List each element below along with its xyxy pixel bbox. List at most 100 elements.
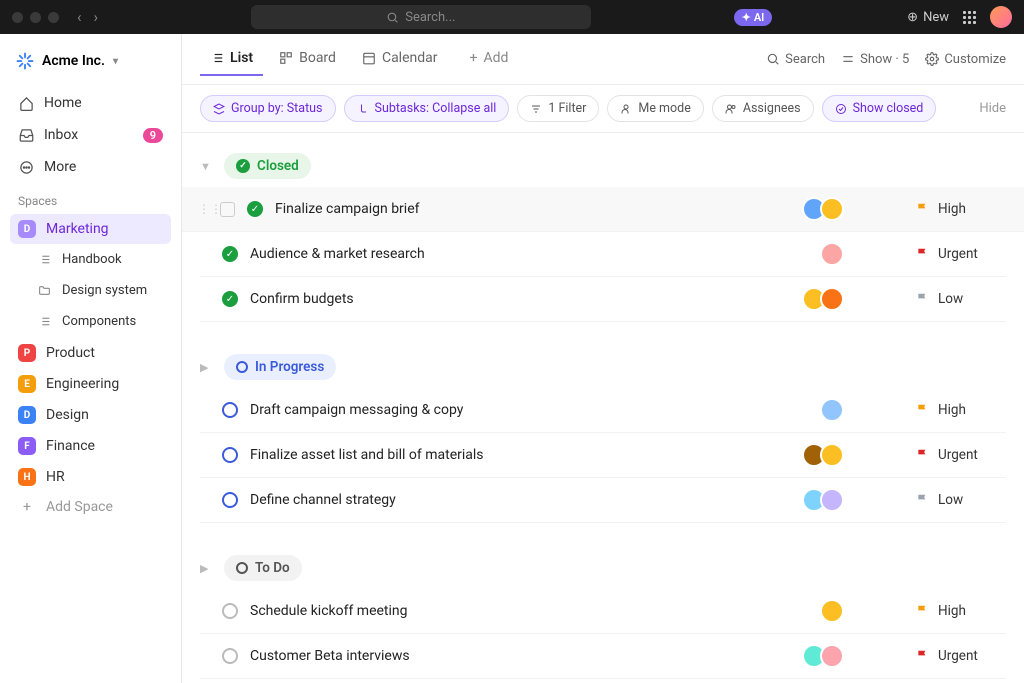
space-badge: D	[18, 406, 36, 424]
priority-cell[interactable]: Urgent	[916, 648, 1006, 664]
collapse-caret-icon[interactable]: ▶	[200, 361, 214, 374]
subspace-handbook[interactable]: Handbook	[10, 245, 171, 274]
space-item-design[interactable]: DDesign	[10, 400, 171, 430]
space-item-hr[interactable]: HHR	[10, 462, 171, 492]
collapse-caret-icon[interactable]: ▶	[200, 562, 214, 575]
space-label: Finance	[46, 438, 95, 454]
view-tab-calendar[interactable]: Calendar	[352, 42, 448, 76]
apps-menu-icon[interactable]	[963, 11, 976, 24]
task-row[interactable]: Draft campaign messaging & copyHigh	[200, 388, 1006, 433]
hide-filters-button[interactable]: Hide	[979, 101, 1006, 116]
window-controls[interactable]	[12, 12, 59, 23]
group-header-closed[interactable]: ▼✓Closed	[200, 143, 1006, 187]
assignee-avatar[interactable]	[820, 287, 844, 311]
collapse-caret-icon[interactable]: ▼	[200, 160, 214, 173]
chip-subtasks[interactable]: Subtasks: Collapse all	[344, 95, 510, 122]
subtask-icon	[357, 103, 369, 115]
new-button[interactable]: ⊕ New	[907, 10, 949, 25]
global-search[interactable]: Search...	[251, 5, 591, 29]
task-row[interactable]: Schedule kickoff meeting High	[200, 589, 1006, 634]
assignee-stack[interactable]	[802, 287, 844, 311]
space-item-marketing[interactable]: DMarketing	[10, 214, 171, 244]
search-icon	[766, 52, 780, 66]
assignee-stack[interactable]	[802, 443, 844, 467]
assignee-avatar[interactable]	[820, 644, 844, 668]
status-done-icon[interactable]: ✓	[247, 201, 263, 217]
assignee-stack[interactable]	[802, 197, 844, 221]
status-label: Closed	[257, 158, 299, 174]
priority-cell[interactable]: Low	[916, 492, 1006, 508]
assignee-stack[interactable]	[820, 398, 844, 422]
space-item-finance[interactable]: FFinance	[10, 431, 171, 461]
status-progress-icon[interactable]	[222, 492, 238, 508]
nav-inbox[interactable]: Inbox 9	[10, 120, 171, 150]
add-view-button[interactable]: + Add	[460, 42, 519, 76]
nav-more[interactable]: More	[10, 152, 171, 182]
nav-home[interactable]: Home	[10, 88, 171, 118]
group-header-todo[interactable]: ▶ To Do	[200, 545, 1006, 589]
priority-cell[interactable]: High	[916, 402, 1006, 418]
space-label: HR	[46, 469, 65, 485]
assignee-avatar[interactable]	[820, 398, 844, 422]
task-row[interactable]: ⋮⋮✓Finalize campaign briefHigh	[182, 187, 1024, 232]
ai-button[interactable]: ✦ AI	[734, 9, 773, 26]
priority-cell[interactable]: Low	[916, 291, 1006, 307]
chip-assignees[interactable]: Assignees	[712, 95, 814, 122]
task-row[interactable]: Finalize asset list and bill of material…	[200, 433, 1006, 478]
assignee-avatar[interactable]	[820, 488, 844, 512]
status-todo-icon[interactable]	[222, 603, 238, 619]
task-row[interactable]: ✓Audience & market researchUrgent	[200, 232, 1006, 277]
status-pill: To Do	[224, 555, 302, 581]
toolbar-customize[interactable]: Customize	[925, 52, 1006, 67]
view-tab-list[interactable]: List	[200, 42, 263, 76]
status-done-icon[interactable]: ✓	[222, 246, 238, 262]
toolbar-show[interactable]: Show · 5	[841, 52, 909, 67]
view-tab-board[interactable]: Board	[269, 42, 346, 76]
assignee-avatar[interactable]	[820, 599, 844, 623]
toolbar-search[interactable]: Search	[766, 52, 825, 67]
assignee-avatar[interactable]	[820, 197, 844, 221]
assignee-stack[interactable]	[802, 488, 844, 512]
priority-cell[interactable]: High	[916, 201, 1006, 217]
back-button[interactable]: ‹	[77, 8, 82, 26]
chip-me-mode[interactable]: Me mode	[607, 95, 703, 122]
chip-filter[interactable]: 1 Filter	[517, 95, 599, 122]
priority-cell[interactable]: Urgent	[916, 246, 1006, 262]
nav-label: Home	[44, 95, 82, 111]
assignee-avatar[interactable]	[820, 242, 844, 266]
task-title: Finalize asset list and bill of material…	[250, 447, 790, 463]
chip-group-by[interactable]: Group by: Status	[200, 95, 336, 122]
assignee-avatar[interactable]	[820, 443, 844, 467]
priority-label: Low	[938, 492, 963, 508]
status-todo-icon[interactable]	[222, 648, 238, 664]
group-header-progress[interactable]: ▶In Progress	[200, 344, 1006, 388]
subspace-design-system[interactable]: Design system	[10, 276, 171, 305]
status-progress-icon[interactable]	[222, 447, 238, 463]
assignee-stack[interactable]	[802, 644, 844, 668]
user-avatar[interactable]	[990, 6, 1012, 28]
add-space-button[interactable]: + Add Space	[10, 493, 171, 521]
space-item-product[interactable]: PProduct	[10, 338, 171, 368]
task-row[interactable]: Define channel strategyLow	[200, 478, 1006, 523]
subspace-components[interactable]: Components	[10, 307, 171, 336]
task-checkbox[interactable]	[220, 202, 235, 217]
priority-cell[interactable]: High	[916, 603, 1006, 619]
workspace-switcher[interactable]: Acme Inc. ▾	[10, 48, 171, 74]
task-row[interactable]: Customer Beta interviewsUrgent	[200, 634, 1006, 679]
chip-show-closed[interactable]: Show closed	[822, 95, 937, 122]
space-badge: D	[18, 220, 36, 238]
status-progress-icon[interactable]	[222, 402, 238, 418]
priority-cell[interactable]: Urgent	[916, 447, 1006, 463]
task-row[interactable]: ✓Confirm budgetsLow	[200, 277, 1006, 322]
priority-label: High	[938, 201, 966, 217]
priority-label: Urgent	[938, 246, 978, 262]
task-title: Schedule kickoff meeting	[250, 603, 808, 619]
space-item-engineering[interactable]: EEngineering	[10, 369, 171, 399]
assignee-stack[interactable]	[820, 242, 844, 266]
tab-label: Board	[299, 50, 336, 66]
status-done-icon[interactable]: ✓	[222, 291, 238, 307]
forward-button[interactable]: ›	[94, 8, 99, 26]
inbox-icon	[18, 128, 34, 143]
assignee-stack[interactable]	[820, 599, 844, 623]
drag-handle-icon[interactable]: ⋮⋮	[198, 202, 208, 216]
